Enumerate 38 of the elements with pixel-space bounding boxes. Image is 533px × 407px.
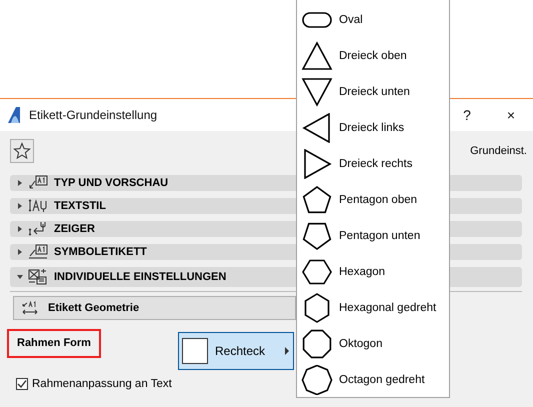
frame-form-label: Rahmen Form: [7, 329, 101, 358]
star-icon: [13, 142, 31, 160]
pentagon-icon: [301, 185, 333, 215]
menu-item[interactable]: Octagon gedreht: [297, 362, 449, 398]
pointer-icon: [28, 222, 46, 236]
window-title: Etikett-Grundeinstellung: [29, 108, 158, 122]
text-style-icon: [28, 200, 46, 212]
octagon-icon: [301, 365, 333, 395]
octagon-icon: [301, 329, 333, 359]
symbol-label-icon: [28, 244, 48, 258]
hexagon-icon: [301, 257, 333, 287]
app-icon: [7, 107, 21, 123]
favorites-button[interactable]: [10, 139, 34, 163]
label-preview-icon: [30, 176, 48, 188]
geometry-button[interactable]: Etikett Geometrie: [13, 296, 296, 320]
triangle-icon: [301, 77, 333, 107]
collapse-icon: [16, 273, 24, 281]
expand-icon: [16, 179, 24, 187]
checkbox-label: Rahmenanpassung an Text: [32, 378, 172, 390]
rectangle-icon: [182, 338, 208, 364]
favorite-name: Grundeinst.: [470, 145, 527, 157]
expand-icon: [16, 248, 24, 256]
triangle-icon: [301, 149, 333, 179]
custom-settings-icon: [28, 269, 46, 284]
close-button[interactable]: ×: [489, 100, 533, 130]
menu-item[interactable]: Dreieck oben: [297, 38, 449, 74]
pentagon-icon: [301, 221, 333, 251]
menu-item[interactable]: Hexagonal gedreht: [297, 290, 449, 326]
geometry-icon: [22, 301, 38, 315]
menu-item[interactable]: Oval: [297, 2, 449, 38]
menu-item[interactable]: Oktogon: [297, 326, 449, 362]
triangle-icon: [301, 41, 333, 71]
expand-icon: [16, 202, 24, 210]
submenu-arrow-icon: [284, 347, 290, 355]
triangle-icon: [301, 113, 333, 143]
frame-shape-dropdown[interactable]: Rechteck: [178, 332, 294, 370]
checkbox[interactable]: [16, 378, 28, 390]
expand-icon: [16, 225, 24, 233]
